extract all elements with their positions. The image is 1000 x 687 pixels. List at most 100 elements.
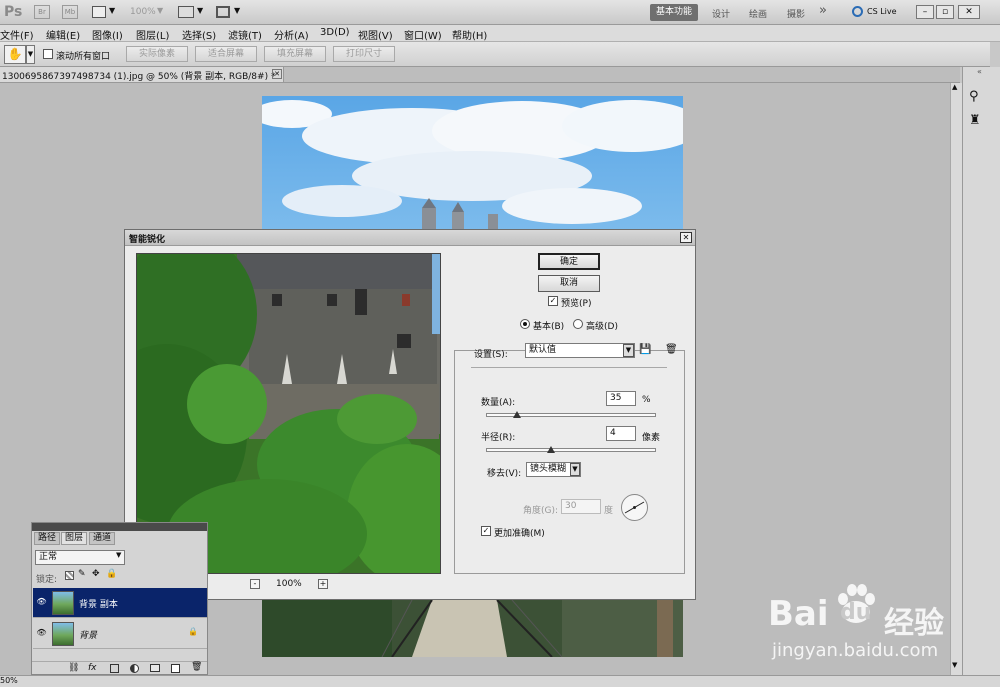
- lock-transparent-icon[interactable]: [65, 571, 74, 580]
- blend-mode-chevron-icon[interactable]: ▼: [116, 551, 121, 559]
- watermark-brand-a: Bai: [768, 594, 829, 634]
- settings-label: 设置(S):: [474, 350, 508, 360]
- radius-slider[interactable]: [486, 448, 656, 452]
- basic-mode-radio[interactable]: [520, 319, 530, 329]
- link-layers-icon[interactable]: ⛓: [68, 663, 79, 673]
- menu-analysis[interactable]: 分析(A): [274, 27, 309, 42]
- layers-panel-header[interactable]: [32, 523, 207, 531]
- menu-edit[interactable]: 编辑(E): [46, 27, 80, 42]
- radius-slider-thumb[interactable]: [547, 446, 555, 453]
- zoom-level[interactable]: 100%: [130, 7, 156, 17]
- amount-slider-thumb[interactable]: [513, 411, 521, 418]
- amount-slider[interactable]: [486, 413, 656, 417]
- clone-source-icon[interactable]: ♜: [969, 113, 981, 128]
- amount-input[interactable]: 35: [606, 391, 636, 406]
- more-accurate-checkbox[interactable]: ✓: [481, 526, 491, 536]
- ok-button[interactable]: 确定: [538, 253, 600, 270]
- actual-pixels-button[interactable]: 实际像素: [126, 46, 188, 62]
- new-layer-icon[interactable]: [171, 664, 180, 673]
- angle-dial-needle-icon: [624, 501, 645, 514]
- lock-all-icon[interactable]: 🔒: [106, 569, 117, 579]
- collapse-panels-icon[interactable]: «: [977, 67, 982, 76]
- layer-row-background-copy[interactable]: 👁 背景 副本: [33, 588, 207, 618]
- zoom-out-button[interactable]: -: [250, 579, 260, 589]
- menu-layer[interactable]: 图层(L): [136, 27, 169, 42]
- angle-input[interactable]: 30: [561, 499, 601, 514]
- arrange-chevron-icon[interactable]: ▼: [197, 6, 203, 15]
- preview-checkbox[interactable]: ✓: [548, 296, 558, 306]
- menu-select[interactable]: 选择(S): [182, 27, 216, 42]
- menu-help[interactable]: 帮助(H): [452, 27, 487, 42]
- scroll-all-windows-checkbox[interactable]: [43, 49, 53, 59]
- tab-channels[interactable]: 通道: [89, 532, 116, 545]
- menu-filter[interactable]: 滤镜(T): [228, 27, 262, 42]
- history-icon[interactable]: ⚲: [969, 89, 979, 104]
- angle-dial[interactable]: [621, 494, 648, 521]
- status-zoom[interactable]: 50%: [0, 676, 18, 685]
- cs-live-label[interactable]: CS Live: [867, 7, 897, 16]
- new-group-icon[interactable]: [150, 664, 160, 672]
- minibridge-icon[interactable]: Mb: [62, 5, 78, 19]
- dialog-title-bar[interactable]: 智能锐化 ✕: [125, 230, 695, 246]
- minimize-button[interactable]: –: [916, 5, 934, 19]
- amount-unit: %: [642, 395, 651, 405]
- layer-style-icon[interactable]: fx: [88, 663, 97, 673]
- document-tab-close-icon[interactable]: ✕: [272, 69, 282, 79]
- print-size-button[interactable]: 打印尺寸: [333, 46, 395, 62]
- dialog-close-icon[interactable]: ✕: [680, 232, 692, 243]
- lock-position-icon[interactable]: ✥: [92, 569, 100, 579]
- menu-file[interactable]: 文件(F): [0, 27, 34, 42]
- layer-name[interactable]: 背景: [79, 628, 97, 641]
- status-bar: 50%: [0, 675, 1000, 687]
- eye-icon[interactable]: 👁: [36, 628, 47, 637]
- lock-image-icon[interactable]: ✎: [78, 569, 86, 579]
- arrange-documents-icon[interactable]: [178, 6, 194, 18]
- adjustment-layer-icon[interactable]: [130, 664, 139, 673]
- cs-live-icon[interactable]: [852, 6, 863, 17]
- radius-input[interactable]: 4: [606, 426, 636, 441]
- preview-label: 预览(P): [561, 299, 592, 309]
- layer-name[interactable]: 背景 副本: [79, 597, 118, 610]
- advanced-mode-radio[interactable]: [573, 319, 583, 329]
- radius-label: 半径(R):: [481, 433, 516, 443]
- menu-image[interactable]: 图像(I): [92, 27, 123, 42]
- menu-view[interactable]: 视图(V): [358, 27, 393, 42]
- scroll-up-icon[interactable]: ▲: [952, 83, 957, 91]
- settings-chevron-icon[interactable]: ▼: [623, 344, 634, 357]
- tab-paths[interactable]: 路径: [34, 532, 61, 545]
- restore-button[interactable]: ▫: [936, 5, 954, 19]
- layer-row-background[interactable]: 👁 背景 🔒: [33, 619, 207, 649]
- menu-window[interactable]: 窗口(W): [404, 27, 442, 42]
- view-extras-chevron-icon[interactable]: ▼: [109, 6, 115, 15]
- eye-icon[interactable]: 👁: [36, 597, 47, 606]
- delete-settings-icon[interactable]: 🗑: [665, 344, 678, 355]
- fill-screen-button[interactable]: 填充屏幕: [264, 46, 326, 62]
- workspace-photography[interactable]: 摄影: [787, 7, 805, 20]
- screen-mode-icon[interactable]: [216, 6, 230, 18]
- delete-layer-icon[interactable]: 🗑: [191, 662, 202, 672]
- workspace-design[interactable]: 设计: [712, 7, 730, 20]
- document-tab-bar: 1300695867397498734 (1).jpg @ 50% (背景 副本…: [0, 67, 960, 83]
- fit-screen-button[interactable]: 适合屏幕: [195, 46, 257, 62]
- tool-preset-chevron-icon[interactable]: ▼: [26, 45, 35, 64]
- close-button[interactable]: ✕: [958, 5, 980, 19]
- remove-chevron-icon[interactable]: ▼: [570, 463, 580, 476]
- tab-layers[interactable]: 图层: [61, 532, 88, 545]
- zoom-chevron-icon[interactable]: ▼: [157, 6, 163, 15]
- document-image-bottom[interactable]: [262, 600, 683, 657]
- more-workspaces-button[interactable]: »: [819, 3, 827, 18]
- screen-mode-chevron-icon[interactable]: ▼: [234, 6, 240, 15]
- cancel-button[interactable]: 取消: [538, 275, 600, 292]
- zoom-in-button[interactable]: +: [318, 579, 328, 589]
- settings-select[interactable]: 默认值: [525, 343, 635, 358]
- workspace-essentials[interactable]: 基本功能: [650, 4, 699, 21]
- layer-mask-icon[interactable]: [110, 664, 119, 673]
- blend-mode-select[interactable]: 正常: [35, 550, 125, 565]
- hand-tool-icon[interactable]: ✋: [4, 45, 26, 64]
- view-extras-icon[interactable]: [92, 6, 106, 18]
- document-image-top[interactable]: [262, 96, 683, 230]
- menu-3d[interactable]: 3D(D): [320, 27, 350, 38]
- workspace-painting[interactable]: 绘画: [749, 7, 767, 20]
- save-settings-icon[interactable]: 💾: [639, 344, 651, 355]
- bridge-icon[interactable]: Br: [34, 5, 50, 19]
